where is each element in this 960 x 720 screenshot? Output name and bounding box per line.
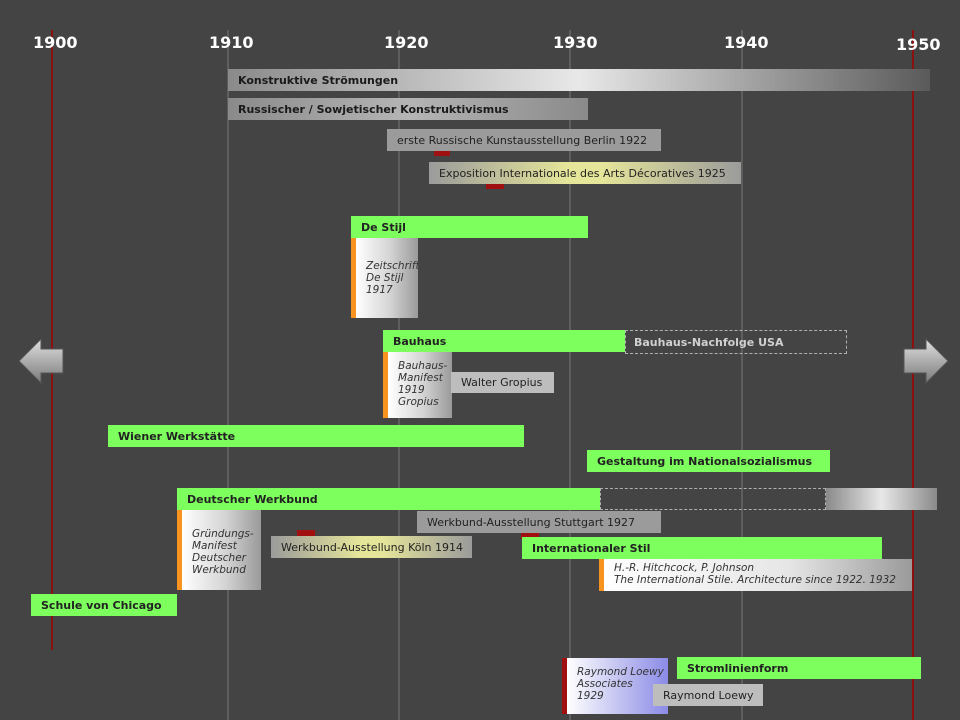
arrow-left-icon[interactable] — [17, 337, 65, 385]
card-international-stile[interactable]: H.-R. Hitchcock, P. Johnson The Internat… — [599, 559, 912, 591]
year-line-1940 — [741, 30, 743, 720]
event-werkbund-stuttgart-1927[interactable]: Werkbund-Ausstellung Stuttgart 1927 — [417, 511, 661, 533]
card-bauhaus-manifest[interactable]: Bauhaus- Manifest 1919 Gropius — [383, 352, 452, 418]
werkbund-continuation-dashed — [600, 488, 826, 510]
year-label-1950: 1950 — [896, 35, 941, 54]
label-walter-gropius[interactable]: Walter Gropius — [451, 372, 554, 393]
movement-internationaler-stil[interactable]: Internationaler Stil — [522, 537, 882, 559]
movement-gestaltung-ns[interactable]: Gestaltung im Nationalsozialismus — [587, 450, 830, 472]
movement-deutscher-werkbund[interactable]: Deutscher Werkbund — [177, 488, 600, 510]
movement-de-stijl[interactable]: De Stijl — [351, 216, 588, 238]
year-label-1930: 1930 — [553, 33, 598, 52]
movement-stromlinienform[interactable]: Stromlinienform — [677, 657, 921, 679]
movement-wiener-werkstaette[interactable]: Wiener Werkstätte — [108, 425, 524, 447]
event-russische-ausstellung[interactable]: erste Russische Kunstausstellung Berlin … — [387, 129, 661, 151]
event-exposition-1925[interactable]: Exposition Internationale des Arts Décor… — [429, 162, 741, 184]
movement-bauhaus-nachfolge-usa[interactable]: Bauhaus-Nachfolge USA — [625, 330, 847, 354]
movement-russischer-konstruktivismus[interactable]: Russischer / Sowjetischer Konstruktivism… — [228, 98, 588, 120]
card-de-stijl[interactable]: Zeitschrift De Stijl 1917 — [351, 238, 418, 318]
year-label-1940: 1940 — [724, 33, 769, 52]
arrow-right-icon[interactable] — [902, 337, 950, 385]
year-label-1910: 1910 — [209, 33, 254, 52]
werkbund-continuation-fade — [826, 488, 937, 510]
label-raymond-loewy[interactable]: Raymond Loewy — [653, 684, 763, 706]
movement-konstruktive-stroemungen[interactable]: Konstruktive Strömungen — [228, 69, 930, 91]
year-label-1900: 1900 — [33, 33, 78, 52]
event-werkbund-koeln-1914[interactable]: Werkbund-Ausstellung Köln 1914 — [271, 536, 472, 558]
year-label-1920: 1920 — [384, 33, 429, 52]
year-line-1910 — [227, 30, 229, 720]
movement-bauhaus[interactable]: Bauhaus — [383, 330, 625, 352]
movement-schule-von-chicago[interactable]: Schule von Chicago — [31, 594, 177, 616]
card-werkbund-manifest[interactable]: Gründungs- Manifest Deutscher Werkbund — [177, 510, 261, 590]
